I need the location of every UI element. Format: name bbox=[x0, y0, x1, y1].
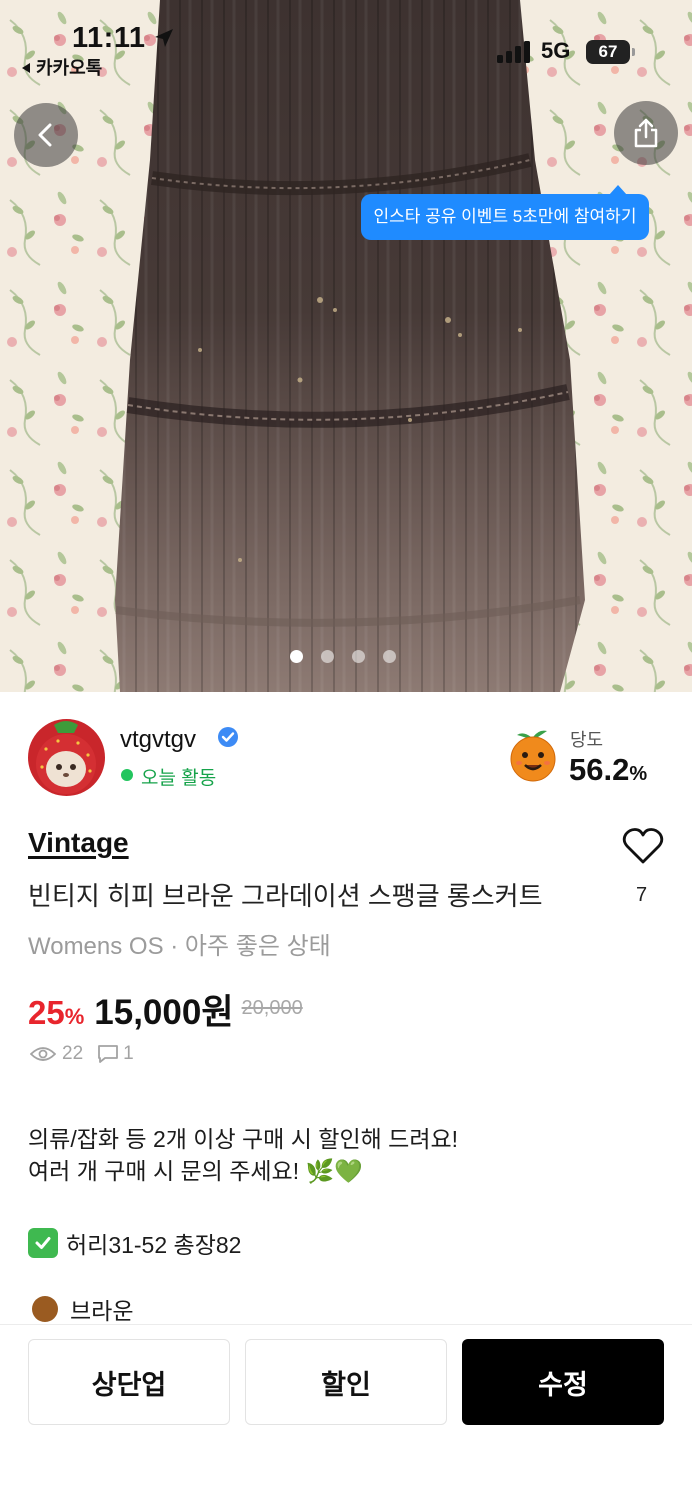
bottom-action-bar: 상단업 할인 수정 bbox=[0, 1324, 692, 1500]
bump-button[interactable]: 상단업 bbox=[28, 1339, 230, 1425]
share-button[interactable] bbox=[614, 101, 678, 165]
signal-icon bbox=[497, 41, 530, 63]
strawberry-avatar-image bbox=[28, 719, 105, 796]
description-line: 여러 개 구매 시 문의 주세요! 🌿💚 bbox=[28, 1158, 363, 1184]
skirt-photo-illustration bbox=[0, 0, 692, 692]
sweetness-unit: % bbox=[629, 763, 648, 785]
network-type: 5G bbox=[541, 38, 571, 63]
chevron-left-icon bbox=[38, 123, 52, 147]
pager-dot-active[interactable] bbox=[290, 650, 303, 663]
eye-icon bbox=[30, 1047, 56, 1061]
verified-badge-icon bbox=[218, 727, 238, 747]
price-row: 25% 15,000원 20,000 bbox=[28, 984, 303, 1032]
share-icon bbox=[634, 118, 658, 148]
clock: 11:11 bbox=[72, 22, 146, 54]
check-mark-icon bbox=[28, 1228, 58, 1258]
discount-unit: % bbox=[64, 1004, 85, 1029]
location-arrow-icon bbox=[155, 29, 173, 47]
product-meta: Womens OS · 아주 좋은 상태 bbox=[28, 933, 331, 960]
chat-icon bbox=[98, 1045, 119, 1063]
color-text: 브라운 bbox=[70, 1298, 134, 1324]
chat-count: 1 bbox=[123, 1043, 134, 1064]
product-photo[interactable] bbox=[0, 0, 692, 692]
like-count: 7 bbox=[636, 884, 648, 906]
description-line: 의류/잡화 등 2개 이상 구매 시 할인해 드려요! bbox=[28, 1126, 459, 1152]
pager-dot[interactable] bbox=[321, 650, 334, 663]
seller-section[interactable]: vtgvtgv 오늘 활동 당도 56.2% bbox=[0, 692, 692, 812]
image-pager bbox=[290, 650, 396, 663]
discount-button[interactable]: 할인 bbox=[245, 1339, 447, 1425]
sale-price: 15,000원 bbox=[94, 993, 234, 1032]
size-text: 허리31-52 총장82 bbox=[66, 1232, 242, 1258]
back-to-app-link[interactable]: 카카오톡 bbox=[22, 54, 102, 80]
discount-number: 25 bbox=[28, 994, 65, 1031]
sweetness-value: 56.2% bbox=[569, 752, 647, 788]
heart-icon[interactable] bbox=[622, 826, 664, 866]
pager-dot[interactable] bbox=[383, 650, 396, 663]
pager-dot[interactable] bbox=[352, 650, 365, 663]
back-button[interactable] bbox=[14, 103, 78, 167]
activity-status: 오늘 활동 bbox=[141, 768, 217, 789]
discount-rate: 25% bbox=[28, 994, 84, 1032]
status-bar: 11:11 카카오톡 5G 67 bbox=[0, 0, 692, 90]
seller-avatar[interactable] bbox=[28, 719, 105, 796]
share-event-tooltip[interactable]: 인스타 공유 이벤트 5초만에 참여하기 bbox=[361, 185, 649, 240]
battery-icon: 67 bbox=[586, 40, 635, 64]
view-count: 22 bbox=[62, 1043, 84, 1064]
back-triangle-icon bbox=[22, 63, 30, 73]
product-stats: 22 1 bbox=[30, 1043, 134, 1065]
sweetness-label: 당도 bbox=[570, 730, 604, 750]
description-size-line: 허리31-52 총장82 bbox=[28, 1226, 241, 1260]
edit-button[interactable]: 수정 bbox=[462, 1339, 664, 1425]
brand-link[interactable]: Vintage bbox=[28, 827, 129, 859]
peach-icon bbox=[510, 730, 556, 782]
original-price: 20,000 bbox=[241, 997, 303, 1019]
active-status-dot bbox=[121, 769, 133, 781]
seller-name[interactable]: vtgvtgv bbox=[120, 726, 196, 754]
description-color-line: 브라운 bbox=[28, 1292, 133, 1326]
brown-circle-icon bbox=[32, 1296, 58, 1322]
sweetness-number: 56.2 bbox=[569, 752, 630, 787]
back-app-label: 카카오톡 bbox=[36, 58, 103, 78]
product-title: 빈티지 히피 브라운 그라데이션 스팽글 롱스커트 bbox=[28, 881, 543, 911]
